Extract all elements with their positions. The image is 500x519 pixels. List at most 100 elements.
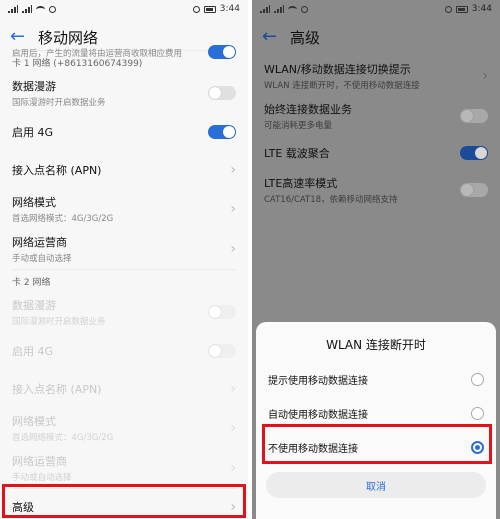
adv-toggle-switch[interactable]	[460, 146, 488, 160]
status-time: 3:44	[471, 4, 492, 14]
adv-row-label: LTE 载波聚合	[264, 147, 330, 160]
card2-row-desc: 手动或自动选择	[12, 473, 72, 483]
card2-row-2[interactable]: 接入点名称 (APN) ›	[0, 370, 248, 408]
card1-settings-list: 数据漫游 国际漫游时开启数据业务 启用 4G 接入点名称 (APN) › 网络模式 首选网络…	[0, 73, 248, 269]
notification-icon	[49, 5, 56, 13]
page-title: 高级	[290, 28, 321, 47]
card1-toggle-switch[interactable]	[208, 125, 236, 139]
card2-row-3[interactable]: 网络模式 首选网络模式：4G/3G/2G ›	[0, 408, 248, 448]
adv-row-desc: CAT16/CAT18，依赖移动网络支持	[264, 195, 398, 205]
battery-icon	[203, 5, 216, 13]
adv-row-1[interactable]: 始终连接数据业务 可能消耗更多电量	[252, 96, 500, 136]
chevron-right-icon: ›	[230, 381, 236, 397]
card2-row-text: 接入点名称 (APN)	[12, 381, 101, 397]
chevron-right-icon: ›	[230, 201, 236, 217]
adv-row-desc: 可能消耗更多电量	[264, 121, 333, 131]
mobile-data-row[interactable]: 启用后，产生的流量将由运营商收取相应费用	[0, 42, 248, 62]
adv-row-text: LTE 载波聚合	[264, 145, 330, 161]
signal-icon	[8, 5, 18, 13]
card1-row-label: 接入点名称 (APN)	[12, 164, 102, 177]
adv-toggle-switch[interactable]	[460, 183, 488, 197]
card2-row-1[interactable]: 启用 4G	[0, 332, 248, 370]
highlight-box-advanced	[2, 484, 246, 518]
radio-button-icon[interactable]	[471, 372, 484, 386]
card2-row-desc: 国际漫游时开启数据业务	[12, 317, 106, 327]
adv-row-label: 始终连接数据业务	[264, 103, 352, 116]
adv-row-label: WLAN/移动数据连接切换提示	[264, 63, 411, 76]
card1-row-label: 网络运营商	[12, 236, 67, 249]
battery-icon	[455, 5, 468, 13]
card2-settings-list: 数据漫游国际漫游时开启数据业务 启用 4G 接入点名称 (APN) › 网络模式首选网络…	[0, 292, 248, 488]
mobile-data-desc: 启用后，产生的流量将由运营商收取相应费用	[12, 49, 183, 59]
card1-row-text: 网络运营商手动或自动选择	[12, 234, 72, 264]
dialog-title: WLAN 连接断开时	[326, 338, 426, 352]
card2-row-label: 网络运营商	[12, 455, 67, 468]
cancel-button[interactable]: 取消	[266, 472, 486, 498]
card2-toggle-switch[interactable]	[208, 344, 236, 358]
chevron-right-icon: ›	[230, 162, 236, 178]
advanced-settings-list: WLAN/移动数据连接切换提示 WLAN 连接断开时，不使用移动数据连接 › 始终连接…	[252, 56, 500, 210]
card2-row-text: 网络模式首选网络模式：4G/3G/2G	[12, 413, 113, 443]
card1-row-desc: 国际漫游时开启数据业务	[12, 98, 106, 108]
card1-row-text: 数据漫游国际漫游时开启数据业务	[12, 78, 106, 108]
mobile-data-toggle[interactable]	[208, 45, 236, 59]
adv-row-text: WLAN/移动数据连接切换提示 WLAN 连接断开时，不使用移动数据连接	[264, 61, 420, 91]
card2-row-text: 网络运营商手动或自动选择	[12, 453, 72, 483]
wifi-icon	[288, 5, 297, 13]
card2-row-label: 网络模式	[12, 415, 56, 428]
status-bar: 3:44	[0, 0, 248, 18]
card1-toggle-switch[interactable]	[208, 86, 236, 100]
adv-row-text: 始终连接数据业务 可能消耗更多电量	[264, 101, 352, 131]
adv-row-0[interactable]: WLAN/移动数据连接切换提示 WLAN 连接断开时，不使用移动数据连接 ›	[252, 56, 500, 96]
radio-button-icon[interactable]	[471, 406, 484, 420]
card1-row-text: 网络模式首选网络模式：4G/3G/2G	[12, 194, 113, 224]
card1-row-text: 启用 4G	[12, 124, 53, 140]
card1-row-1[interactable]: 启用 4G	[0, 113, 248, 151]
card1-row-label: 启用 4G	[12, 126, 54, 139]
dialog-option-label: 提示使用移动数据连接	[268, 375, 368, 387]
adv-row-desc: WLAN 连接断开时，不使用移动数据连接	[264, 81, 420, 91]
card2-row-text: 启用 4G	[12, 343, 53, 359]
app-bar: ← 高级	[252, 18, 500, 56]
adv-row-2[interactable]: LTE 载波聚合	[252, 136, 500, 170]
status-time: 3:44	[219, 4, 240, 14]
card2-row-label: 接入点名称 (APN)	[12, 383, 102, 396]
chevron-right-icon: ›	[230, 460, 236, 476]
highlight-box-no-mobile-data	[262, 424, 492, 464]
left-screen-mobile-network: 3:44 ← 移动网络 启用后，产生的流量将由运营商收取相应费用 卡 1 网络 …	[0, 0, 248, 519]
signal-icon-2	[274, 5, 284, 13]
card1-row-3[interactable]: 网络模式首选网络模式：4G/3G/2G ›	[0, 189, 248, 229]
dialog-option-label: 自动使用移动数据连接	[268, 409, 368, 421]
card1-row-desc: 首选网络模式：4G/3G/2G	[12, 214, 114, 224]
card2-row-text: 数据漫游国际漫游时开启数据业务	[12, 297, 106, 327]
card2-row-0[interactable]: 数据漫游国际漫游时开启数据业务	[0, 292, 248, 332]
notification-icon	[301, 5, 308, 13]
card1-row-desc: 手动或自动选择	[12, 254, 72, 264]
signal-icon-2	[22, 5, 32, 13]
back-arrow-icon[interactable]: ←	[262, 28, 278, 46]
card1-row-2[interactable]: 接入点名称 (APN) ›	[0, 151, 248, 189]
chevron-right-icon: ›	[482, 68, 488, 84]
chevron-right-icon: ›	[230, 241, 236, 257]
status-bar: 3:44	[252, 0, 500, 18]
adv-row-text: LTE高速率模式 CAT16/CAT18，依赖移动网络支持	[264, 175, 398, 205]
card1-row-4[interactable]: 网络运营商手动或自动选择 ›	[0, 229, 248, 269]
adv-row-label: LTE高速率模式	[264, 177, 338, 190]
adv-toggle-switch[interactable]	[460, 109, 488, 123]
card2-section-header: 卡 2 网络	[12, 277, 51, 288]
card1-row-label: 数据漫游	[12, 80, 56, 93]
card2-row-label: 启用 4G	[12, 345, 54, 358]
card2-row-4[interactable]: 网络运营商手动或自动选择 ›	[0, 448, 248, 488]
wifi-icon	[36, 5, 45, 13]
card1-row-0[interactable]: 数据漫游国际漫游时开启数据业务	[0, 73, 248, 113]
adv-row-3[interactable]: LTE高速率模式 CAT16/CAT18，依赖移动网络支持	[252, 170, 500, 210]
dialog-option-0[interactable]: 提示使用移动数据连接	[256, 362, 496, 396]
card1-row-label: 网络模式	[12, 196, 56, 209]
card2-row-label: 数据漫游	[12, 299, 56, 312]
signal-icon	[260, 5, 270, 13]
alarm-icon	[192, 5, 200, 13]
card1-row-text: 接入点名称 (APN)	[12, 162, 101, 178]
card2-toggle-switch[interactable]	[208, 305, 236, 319]
alarm-icon	[444, 5, 452, 13]
card2-row-desc: 首选网络模式：4G/3G/2G	[12, 433, 114, 443]
